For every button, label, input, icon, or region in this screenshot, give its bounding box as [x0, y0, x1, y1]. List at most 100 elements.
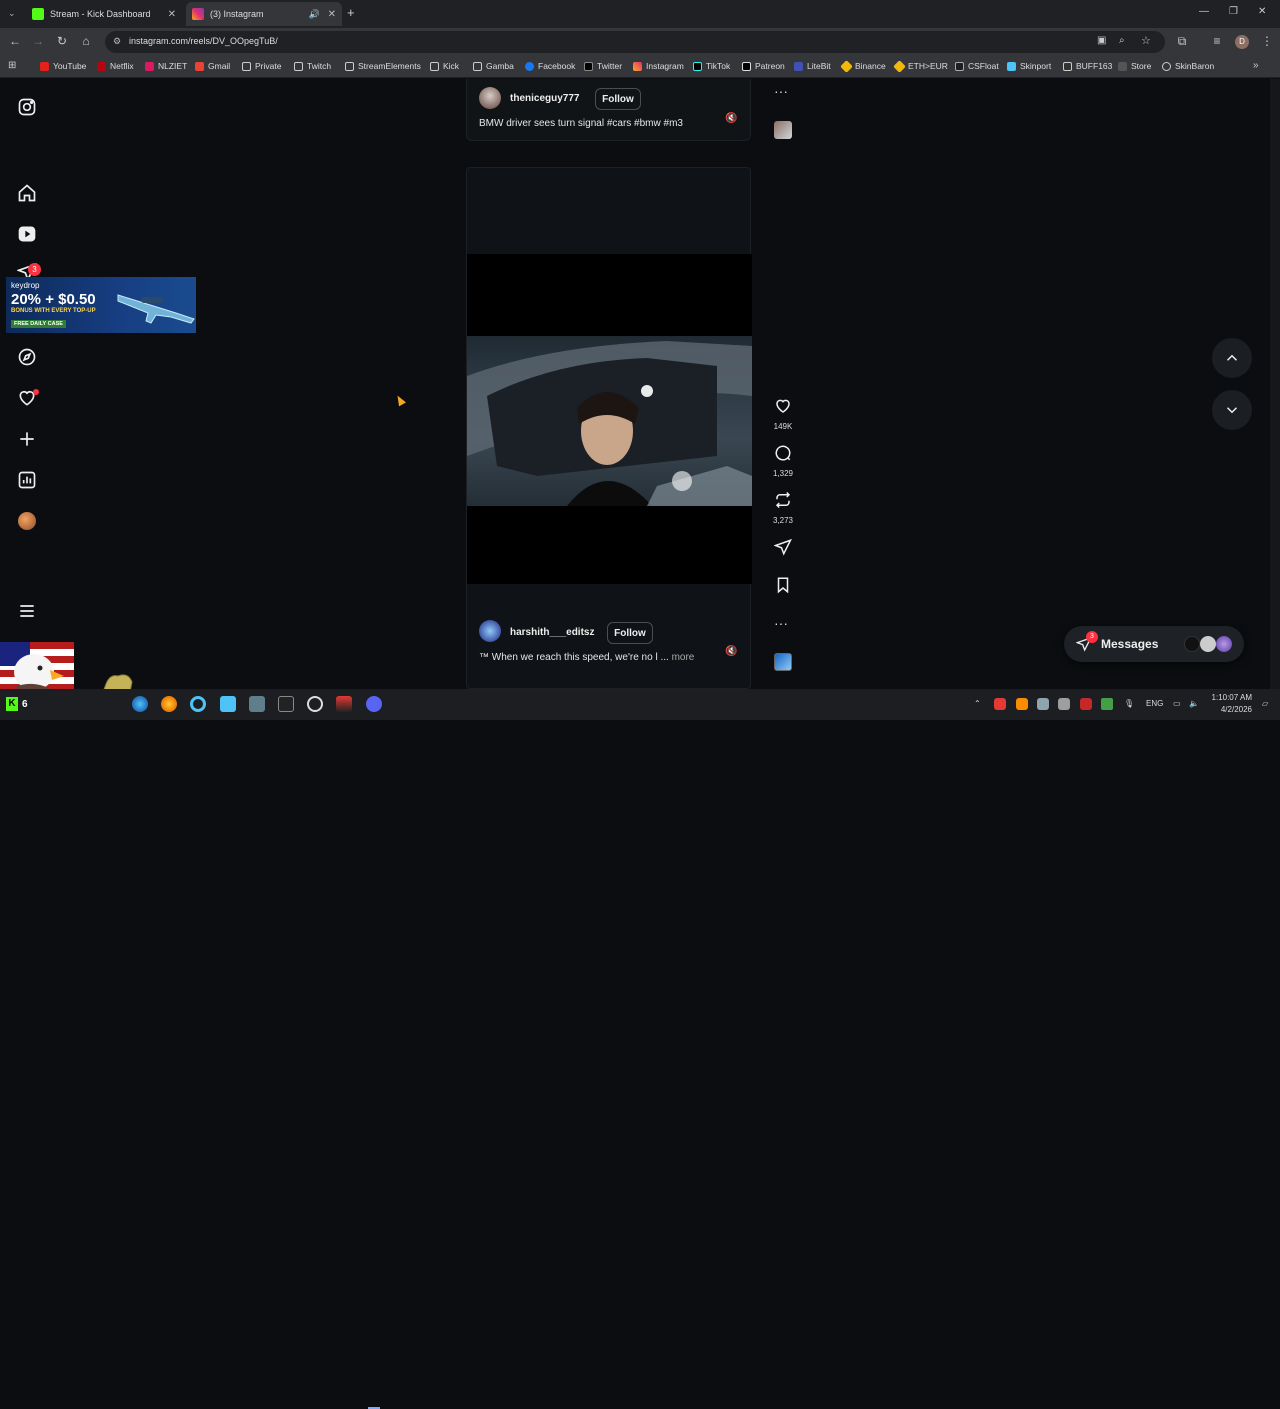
page-scrollbar[interactable] — [1270, 79, 1280, 689]
profile-nav-avatar[interactable] — [18, 512, 36, 530]
comment-button[interactable]: 1,329 — [772, 444, 794, 478]
site-info-icon[interactable]: ⚙ — [113, 36, 121, 47]
speaker-icon[interactable]: 🔊 — [309, 9, 320, 20]
next-reel-button[interactable] — [1212, 390, 1252, 430]
bookmark-instagram[interactable]: Instagram — [633, 61, 684, 71]
clock-date[interactable]: 4/2/2026 — [1210, 705, 1252, 714]
bookmark-twitter[interactable]: Twitter — [584, 61, 622, 71]
url-text[interactable]: instagram.com/reels/DV_OOpegTuB/ — [129, 36, 278, 46]
messages-pill[interactable]: 3 Messages — [1064, 626, 1244, 662]
back-icon[interactable]: ← — [7, 34, 23, 48]
profile-avatar[interactable]: D — [1235, 35, 1249, 49]
reels-nav-icon[interactable] — [17, 224, 37, 244]
share-button[interactable] — [772, 538, 794, 561]
more-options-icon[interactable]: ··· — [774, 615, 788, 631]
bookmark-nlziet[interactable]: NLZIET — [145, 61, 187, 71]
bookmark-folder-twitch[interactable]: Twitch — [294, 61, 331, 71]
extensions-icon[interactable]: ⧉ — [1174, 34, 1190, 49]
obs-icon[interactable] — [278, 696, 294, 712]
menu-icon[interactable]: ⋮ — [1259, 34, 1275, 48]
more-menu-icon[interactable] — [17, 601, 37, 621]
steam-icon[interactable] — [1037, 698, 1049, 710]
reload-icon[interactable]: ↻ — [54, 34, 70, 48]
bookmark-skinbaron[interactable]: SkinBaron — [1162, 61, 1214, 71]
tray-app-icon[interactable] — [1016, 698, 1028, 710]
tab-kick-dashboard[interactable]: Stream - Kick Dashboard ✕ — [26, 2, 182, 26]
minimize-icon[interactable]: — — [1199, 6, 1209, 17]
bookmark-netflix[interactable]: Netflix — [97, 61, 134, 71]
like-button[interactable]: 149K — [772, 397, 794, 431]
create-nav-icon[interactable] — [17, 429, 37, 449]
bookmark-folder-kick[interactable]: Kick — [430, 61, 459, 71]
bookmark-folder-gamba[interactable]: Gamba — [473, 61, 514, 71]
zoom-icon[interactable]: ⌕ — [1119, 35, 1125, 46]
media-icon[interactable]: ≡ — [1209, 34, 1225, 48]
close-window-icon[interactable]: ✕ — [1258, 6, 1266, 17]
home-icon[interactable]: ⌂ — [78, 34, 94, 48]
forward-icon[interactable]: → — [30, 34, 46, 48]
reel-author-avatar[interactable] — [479, 620, 501, 642]
voicemeeter-icon[interactable] — [336, 696, 352, 712]
more-options-icon[interactable]: ··· — [774, 83, 788, 99]
reel-username[interactable]: harshith___editsz — [510, 627, 594, 638]
volume-icon[interactable]: 🔈 — [1189, 699, 1199, 708]
microphone-icon[interactable]: 🎙 — [1124, 699, 1134, 708]
bookmark-csfloat[interactable]: CSFloat — [955, 61, 999, 71]
previous-reel-button[interactable] — [1212, 338, 1252, 378]
firefox-icon[interactable] — [161, 696, 177, 712]
bookmark-folder-streamelements[interactable]: StreamElements — [345, 61, 421, 71]
repost-button[interactable]: 3,273 — [772, 491, 794, 525]
kick-tray-icon[interactable]: K — [6, 697, 18, 711]
maximize-icon[interactable]: ❐ — [1229, 6, 1238, 17]
reel-username[interactable]: theniceguy777 — [510, 93, 579, 104]
bookmark-skinport[interactable]: Skinport — [1007, 61, 1051, 71]
bookmark-tiktok[interactable]: TikTok — [693, 61, 730, 71]
omnibox[interactable]: ⚙ instagram.com/reels/DV_OOpegTuB/ ▣ ⌕ ☆ — [105, 31, 1165, 53]
instagram-logo-icon[interactable] — [17, 97, 37, 117]
audio-thumbnail[interactable] — [774, 121, 792, 139]
tray-app-icon[interactable] — [994, 698, 1006, 710]
audio-thumbnail[interactable] — [774, 653, 792, 671]
follow-button[interactable]: Follow — [607, 622, 653, 644]
bookmark-binance[interactable]: Binance — [840, 59, 886, 73]
reel-author-avatar[interactable] — [479, 87, 501, 109]
close-tab-icon[interactable]: ✕ — [328, 9, 336, 20]
tray-expand-icon[interactable]: ⌃ — [974, 699, 981, 708]
caption-more-link[interactable]: more — [672, 652, 695, 663]
cast-icon[interactable]: ▣ — [1097, 35, 1106, 46]
logitech-icon[interactable] — [307, 696, 323, 712]
notification-center-icon[interactable]: ▱ — [1262, 699, 1268, 708]
bookmark-store[interactable]: Store — [1118, 61, 1151, 71]
home-nav-icon[interactable] — [17, 183, 37, 203]
network-icon[interactable]: ▭ — [1173, 699, 1181, 708]
mute-icon[interactable]: 🔇 — [725, 113, 737, 124]
apps-grid-icon[interactable]: ⊞ — [8, 60, 16, 71]
notepad-icon[interactable] — [220, 696, 236, 712]
bookmark-patreon[interactable]: Patreon — [742, 61, 785, 71]
follow-button[interactable]: Follow — [595, 88, 641, 110]
tab-search-icon[interactable]: ⌄ — [8, 8, 16, 19]
bookmark-buff163[interactable]: BUFF163 — [1063, 61, 1112, 71]
dashboard-nav-icon[interactable] — [17, 470, 37, 490]
edge-icon[interactable] — [132, 696, 148, 712]
reel-video-frame[interactable] — [467, 336, 752, 506]
tray-app-icon[interactable] — [1080, 698, 1092, 710]
bookmark-facebook[interactable]: Facebook — [525, 61, 575, 71]
more-bookmarks-icon[interactable]: » — [1253, 60, 1259, 71]
security-icon[interactable] — [1101, 698, 1113, 710]
mute-icon[interactable]: 🔇 — [725, 646, 737, 657]
keydrop-ad-banner[interactable]: keydrop 20% + $0.50 BONUS WITH EVERY TOP… — [6, 277, 196, 333]
close-tab-icon[interactable]: ✕ — [168, 9, 176, 20]
explore-nav-icon[interactable] — [17, 347, 37, 367]
bookmark-gmail[interactable]: Gmail — [195, 61, 230, 71]
bookmark-youtube[interactable]: YouTube — [40, 61, 86, 71]
bookmark-eth-eur[interactable]: ETH>EUR — [893, 59, 948, 73]
tab-instagram[interactable]: (3) Instagram 🔊 ✕ — [186, 2, 342, 26]
bookmark-star-icon[interactable]: ☆ — [1141, 34, 1151, 47]
language-indicator[interactable]: ENG — [1146, 699, 1163, 708]
save-button[interactable] — [772, 576, 794, 599]
calculator-icon[interactable] — [249, 696, 265, 712]
discord-icon[interactable] — [366, 696, 382, 712]
browser-app-icon[interactable] — [190, 696, 206, 712]
tray-app-icon[interactable] — [1058, 698, 1070, 710]
